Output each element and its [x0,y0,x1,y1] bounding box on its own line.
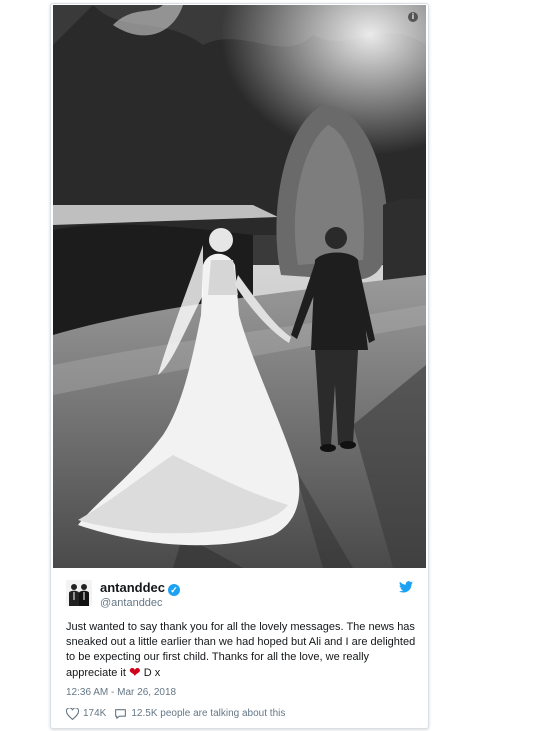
like-count[interactable]: 174K [83,707,106,721]
twitter-bird-icon[interactable] [399,581,413,593]
talking-count[interactable]: 12.5K people are talking about this [131,707,285,721]
info-icon[interactable]: i [408,12,418,22]
handle[interactable]: @antanddec [100,596,163,610]
verified-badge-icon: ✓ [168,584,181,596]
tweet-text-main: Just wanted to say thank you for all the… [66,621,416,679]
tweet-timestamp[interactable]: 12:36 AM - Mar 26, 2018 [66,686,176,699]
avatar-image [66,580,92,606]
tweet-signoff: D x [140,667,161,679]
wedding-photo-image [53,5,426,568]
tweet-text: Just wanted to say thank you for all the… [66,620,418,681]
tweet-body: antanddec ✓ @antanddec Just wanted to say… [51,570,428,728]
display-name[interactable]: antanddec ✓ [100,580,181,596]
avatar[interactable] [66,580,92,606]
tweet-actions: 174K 12.5K people are talking about this [66,707,285,721]
speech-bubble-icon[interactable] [114,708,127,720]
red-heart-emoji-icon: ❤ [129,664,141,680]
display-name-text: antanddec [100,580,166,595]
embedded-tweet-card: i antanddec ✓ @antanddec Just wanted to s… [50,3,429,729]
heart-icon[interactable] [66,708,79,720]
wedding-photo[interactable]: i [53,5,426,568]
